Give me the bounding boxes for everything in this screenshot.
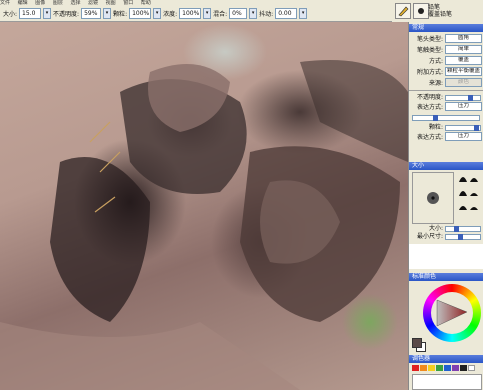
tip-type-row: 笔头类型: 圆角 xyxy=(412,34,482,43)
expression2-select[interactable]: 压力 xyxy=(445,132,482,141)
mixer-section-title: 调色器 xyxy=(409,355,483,363)
subcategory-label: 附加方式: xyxy=(416,69,443,76)
grain-expression-row: 表达方式: 压力 xyxy=(412,132,482,141)
property-bar: 大小: 15.0 ▾ 不透明度: 59% ▾ 颗粒: 100% ▾ 浓度: 10… xyxy=(0,6,392,22)
grain-label: 颗粒: xyxy=(428,124,443,131)
jitter-label: 抖动: xyxy=(259,11,274,18)
jitter-dropdown[interactable]: ▾ xyxy=(299,8,308,19)
stroke-type-select[interactable]: 简单 xyxy=(445,45,482,54)
source-row: 来源: 颜色 xyxy=(412,78,482,87)
brush-variant-button[interactable] xyxy=(413,3,429,19)
mixer-pad[interactable] xyxy=(412,374,482,390)
pencil-icon xyxy=(398,6,409,17)
opacity-min-slider[interactable] xyxy=(412,115,480,121)
resaturation-dropdown[interactable]: ▾ xyxy=(203,8,212,19)
stroke-type-row: 笔触类型: 简单 xyxy=(412,45,482,54)
tip-profile-icons xyxy=(459,177,478,210)
subcategory-row: 附加方式: 颗粒平衡覆盖 xyxy=(412,67,482,76)
min-size-label: 最小尺寸: xyxy=(416,233,443,240)
painting-strokes xyxy=(0,60,408,390)
expression-label: 表达方式: xyxy=(416,104,443,111)
swatch[interactable] xyxy=(420,365,427,371)
swatch[interactable] xyxy=(460,365,467,371)
method-label: 方式: xyxy=(428,58,443,65)
grain-label: 颗粒: xyxy=(113,11,128,18)
empty-panel-area xyxy=(409,244,483,269)
resaturation-field[interactable]: 100% xyxy=(179,8,202,19)
opacity-expression-row: 表达方式: 压力 xyxy=(412,102,482,111)
resaturation-label: 浓度: xyxy=(163,11,178,18)
painting-canvas[interactable] xyxy=(0,22,408,390)
swatch[interactable] xyxy=(412,365,419,371)
grain-slider[interactable] xyxy=(445,125,481,131)
brush-variant-label: 覆盖铅笔 xyxy=(428,11,453,18)
opacity-dropdown[interactable]: ▾ xyxy=(103,8,112,19)
blend-label: 混合: xyxy=(213,11,228,18)
source-label: 来源: xyxy=(428,80,443,87)
swatch[interactable] xyxy=(436,365,443,371)
brush-dab-preview-icon xyxy=(427,192,439,204)
method-row: 方式: 覆盖 xyxy=(412,56,482,65)
blend-field[interactable]: 0% xyxy=(229,8,248,19)
method-select[interactable]: 覆盖 xyxy=(445,56,482,65)
expression2-label: 表达方式: xyxy=(416,134,443,141)
swatch[interactable] xyxy=(452,365,459,371)
expression-select[interactable]: 压力 xyxy=(445,102,482,111)
general-section-title: 常规 xyxy=(409,24,483,32)
swatch-row xyxy=(412,365,482,371)
color-section-title: 标准颜色 xyxy=(409,273,483,281)
size-field[interactable]: 15.0 xyxy=(19,8,42,19)
min-size-slider[interactable] xyxy=(445,234,481,240)
opacity-label: 不透明度: xyxy=(416,94,443,101)
color-wheel[interactable] xyxy=(423,284,481,342)
blend-dropdown[interactable]: ▾ xyxy=(249,8,258,19)
stroke-type-label: 笔触类型: xyxy=(416,47,443,54)
brush-preview xyxy=(412,172,454,224)
grain-field[interactable]: 100% xyxy=(129,8,152,19)
brush-dab-icon xyxy=(418,8,424,14)
jitter-field[interactable]: 0.00 xyxy=(275,8,298,19)
tip-type-label: 笔头类型: xyxy=(416,36,443,43)
size-dropdown[interactable]: ▾ xyxy=(43,8,52,19)
brush-name: 铅笔 覆盖铅笔 xyxy=(428,4,452,18)
size-label: 大小: xyxy=(3,11,18,18)
brush-category-label: 铅笔 xyxy=(428,4,441,11)
tip-profiles[interactable] xyxy=(457,172,481,222)
swatch[interactable] xyxy=(444,365,451,371)
subcategory-select[interactable]: 颗粒平衡覆盖 xyxy=(445,67,482,76)
opacity-field[interactable]: 59% xyxy=(81,8,102,19)
source-select[interactable]: 颜色 xyxy=(445,78,482,87)
swatch[interactable] xyxy=(428,365,435,371)
size-section-title: 大小 xyxy=(409,162,483,170)
brush-category-button[interactable] xyxy=(395,3,411,19)
saturation-value-triangle[interactable] xyxy=(435,298,469,328)
tip-type-select[interactable]: 圆角 xyxy=(445,34,482,43)
grain-dropdown[interactable]: ▾ xyxy=(153,8,162,19)
opacity-slider[interactable] xyxy=(445,95,481,101)
opacity-label: 不透明度: xyxy=(53,11,80,18)
main-sub-color-chip[interactable] xyxy=(412,338,426,352)
swatch[interactable] xyxy=(468,365,475,371)
